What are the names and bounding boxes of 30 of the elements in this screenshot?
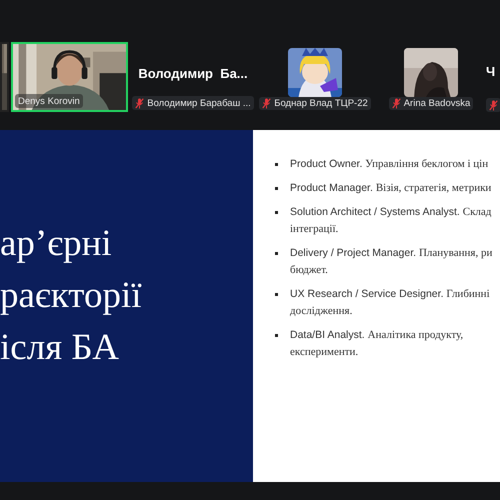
muted-mic-icon [262, 98, 272, 109]
bullet-icon [275, 211, 278, 214]
slide-title-line: ар’єрні [0, 222, 113, 266]
bullet-text: UX Research / Service Designer. Глибинні дослідження. [290, 287, 490, 319]
participant-tile[interactable]: Arina Badovska [374, 42, 488, 112]
slide-title-line: ісля БА [0, 326, 120, 370]
bullet-icon [275, 334, 278, 337]
bullet-text: Product Owner. Управління беклогом і цін [290, 157, 488, 172]
bullet-icon [275, 293, 278, 296]
bullet-text: Delivery / Project Manager. Планування, ри бюджет. [290, 246, 492, 278]
bullet-text: Product Manager. Візія, стратегія, метрики [290, 181, 492, 196]
participant-tile[interactable]: Ч [486, 42, 500, 112]
muted-mic-icon [489, 100, 498, 110]
participant-name: Боднар Влад ТЦР-22 [274, 98, 368, 109]
bullet-icon [275, 163, 278, 166]
bullet-text: Data/BI Analyst. Аналітика продукту, експерименти. [290, 328, 464, 360]
participant-tile[interactable]: Володимир Ба... Володимир Барабаш ... [130, 42, 256, 112]
participant-display-name: Ч [486, 64, 496, 79]
participant-name: Denys Korovin [18, 96, 80, 106]
participant-display-name: Володимир Ба... [138, 66, 248, 81]
participant-tile[interactable]: Denys Korovin [11, 42, 128, 112]
participant-tile[interactable]: Боднар Влад ТЦР-22 [258, 42, 372, 112]
slide-title-line: раєкторії [0, 274, 143, 318]
muted-mic-icon [135, 98, 144, 108]
bullet-text: Solution Architect / Systems Analyst. Склад інтеграції. [290, 205, 492, 237]
participant-name: Володимир Барабаш ... [147, 98, 251, 108]
bullet-icon [275, 187, 278, 190]
muted-mic-icon [392, 98, 401, 109]
participant-name: Arina Badovska [404, 98, 470, 109]
bullet-icon [275, 252, 278, 255]
